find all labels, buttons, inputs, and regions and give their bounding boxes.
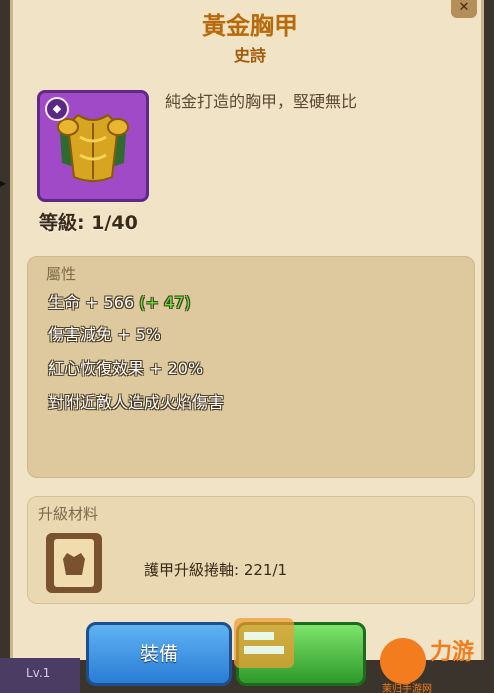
- material-count: 護甲升級捲軸: 221/1: [144, 561, 288, 579]
- materials-box: 升級材料 護甲升級捲軸: 221/1: [27, 496, 475, 604]
- attribute-value: + 20%: [149, 359, 204, 378]
- attribute-row: 傷害減免 + 5%: [48, 321, 161, 345]
- attribute-label: 對附近敵人造成火焰傷害: [48, 393, 225, 412]
- equip-button[interactable]: 裝備: [86, 622, 232, 686]
- mascot-icon: [380, 638, 426, 684]
- upgrade-scroll-icon: [46, 533, 102, 593]
- item-level: 等級: 1/40: [39, 212, 138, 234]
- item-icon: ◆: [37, 90, 149, 202]
- watermark-logo: [226, 608, 306, 678]
- watermark-site-text: 茉归手游网: [382, 684, 432, 693]
- attribute-bonus: (+ 47): [139, 293, 191, 312]
- attribute-value: + 566: [85, 293, 135, 312]
- attributes-box: 屬性 生命 + 566 (+ 47) 傷害減免 + 5% 紅心恢復效果 + 20…: [27, 256, 475, 478]
- watermark-icon: [234, 618, 294, 668]
- attribute-row: 生命 + 566 (+ 47): [48, 289, 191, 313]
- watermark-brand-text: 力游: [430, 640, 475, 665]
- attribute-label: 生命: [48, 293, 81, 312]
- item-rarity: 史詩: [233, 46, 266, 65]
- shield-icon: ◆: [45, 97, 69, 121]
- arrow-icon: ▸: [0, 176, 7, 190]
- attribute-row: 紅心恢復效果 + 20%: [48, 355, 203, 379]
- item-detail-panel: ✕ 黃金胸甲 史詩 ◆ 純金打造的胸甲，堅硬無比 等級: 1/40 屬性 生命 …: [10, 0, 484, 660]
- watermark-brand: 力游 茉归手游网: [380, 632, 490, 693]
- item-description: 純金打造的胸甲，堅硬無比: [165, 92, 358, 111]
- item-title: 黃金胸甲: [202, 12, 298, 40]
- attributes-header: 屬性: [46, 265, 77, 283]
- attribute-value: + 5%: [117, 325, 161, 344]
- attribute-label: 傷害減免: [48, 325, 113, 344]
- level-tag: Lv.1: [0, 658, 80, 693]
- screen: ▸ ✕ 黃金胸甲 史詩 ◆ 純金打造的胸甲，堅硬無比 等級: 1/40 屬性 生…: [0, 0, 494, 693]
- attribute-row: 對附近敵人造成火焰傷害: [48, 389, 224, 413]
- armor-silhouette-icon: [63, 553, 85, 575]
- attribute-label: 紅心恢復效果: [48, 359, 145, 378]
- materials-header: 升級材料: [38, 505, 99, 523]
